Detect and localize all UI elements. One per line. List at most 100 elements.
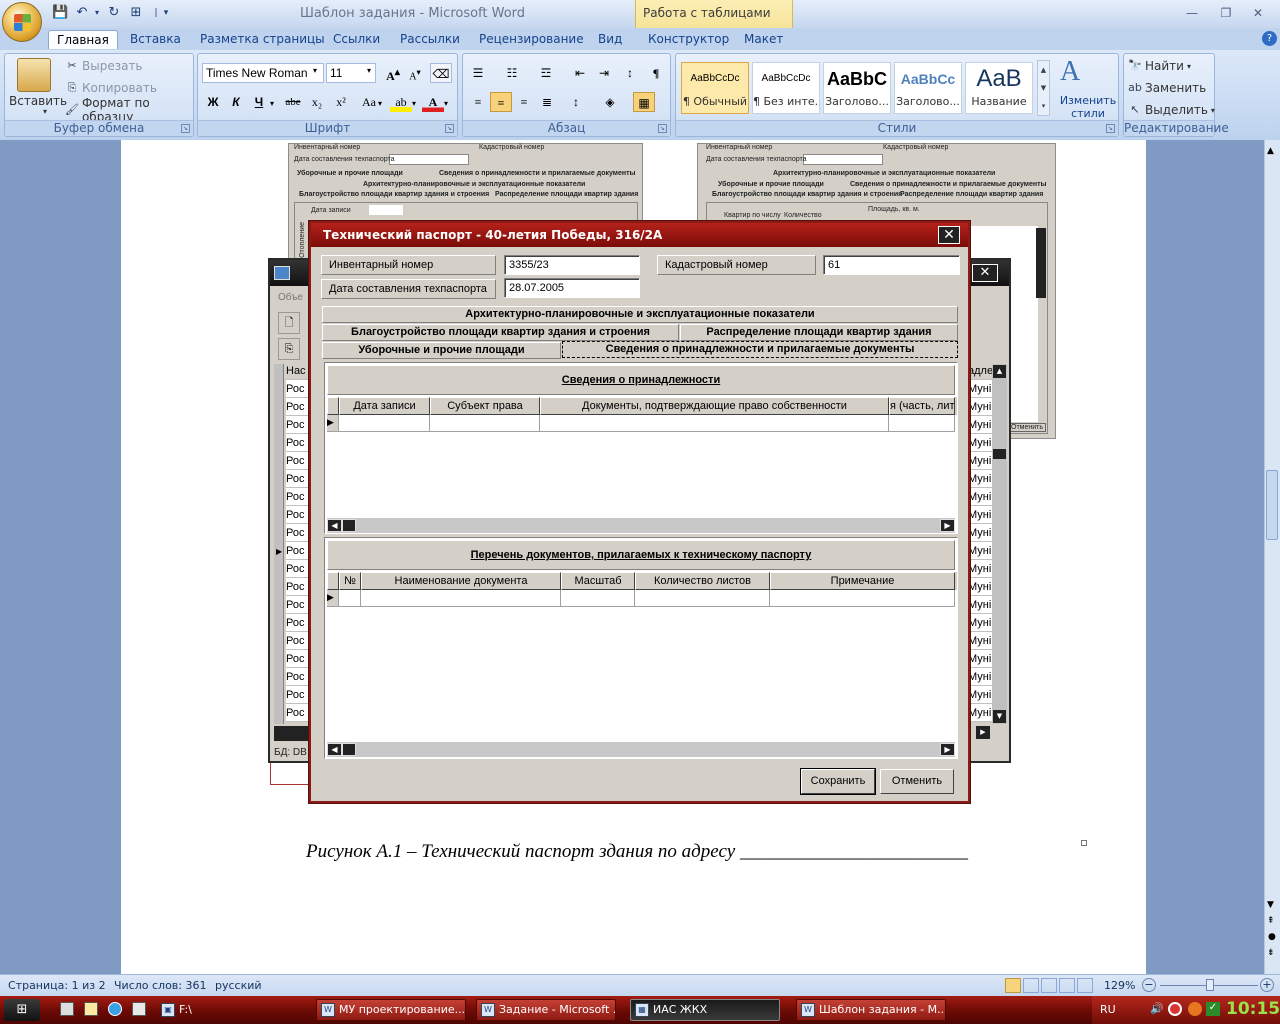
- print-layout-icon[interactable]: [1005, 978, 1021, 993]
- list-row-right[interactable]: Муні: [968, 380, 992, 398]
- grow-font-icon[interactable]: A▴: [382, 63, 404, 83]
- tray-app-icon[interactable]: [1168, 1002, 1182, 1016]
- paste-button[interactable]: Вставить: [9, 94, 67, 108]
- tab-design[interactable]: Конструктор: [640, 30, 737, 49]
- tab-landscaping[interactable]: Благоустройство площади квартир здания и…: [322, 324, 679, 341]
- save-button[interactable]: Сохранить: [800, 768, 876, 795]
- ownership-cell[interactable]: [339, 415, 430, 432]
- help-icon[interactable]: ?: [1262, 31, 1277, 46]
- quicklaunch-notepad-icon[interactable]: [84, 1002, 98, 1016]
- customize-qat-icon[interactable]: ▾: [158, 5, 174, 21]
- tab-cleaning-areas[interactable]: Уборочные и прочие площади: [322, 342, 561, 359]
- font-name-dropdown-icon[interactable]: ▾: [313, 66, 317, 75]
- status-words[interactable]: Число слов: 361: [114, 979, 207, 992]
- documents-col-name[interactable]: Наименование документа: [361, 572, 561, 590]
- documents-hscroll[interactable]: ◀ ▶: [327, 742, 955, 757]
- save-icon[interactable]: 💾: [52, 5, 68, 21]
- list-hscroll[interactable]: [274, 726, 310, 741]
- align-left-icon[interactable]: ≡: [467, 92, 489, 112]
- tab-review[interactable]: Рецензирование: [471, 30, 592, 49]
- show-desktop-icon[interactable]: [60, 1002, 74, 1016]
- quicklaunch-app-icon[interactable]: [132, 1002, 146, 1016]
- list-row-right[interactable]: Муні: [968, 704, 992, 722]
- line-spacing-icon[interactable]: ↕: [565, 92, 587, 112]
- style-title[interactable]: AaB Название: [965, 62, 1033, 114]
- ownership-hscroll[interactable]: ◀ ▶: [327, 518, 955, 533]
- next-page-icon[interactable]: ⇟: [1267, 948, 1275, 958]
- clear-format-icon[interactable]: ⌫: [430, 63, 452, 83]
- list-row-right[interactable]: Муні: [968, 560, 992, 578]
- prev-page-icon[interactable]: ⇞: [1267, 916, 1275, 926]
- quicklaunch-browser-icon[interactable]: [108, 1002, 122, 1016]
- draft-icon[interactable]: [1077, 978, 1093, 993]
- scroll-up-icon[interactable]: ▲: [1267, 146, 1274, 156]
- tab-distribution[interactable]: Распределение площади квартир здания: [680, 324, 958, 341]
- list-row-right[interactable]: Муні: [968, 416, 992, 434]
- align-right-icon[interactable]: ≡: [513, 92, 535, 112]
- ownership-scroll-right-icon[interactable]: ▶: [940, 519, 955, 532]
- tab-page-layout[interactable]: Разметка страницы: [192, 30, 333, 49]
- outline-icon[interactable]: [1059, 978, 1075, 993]
- paste-dropdown-icon[interactable]: ▾: [43, 107, 47, 116]
- list-row-right[interactable]: Муні: [968, 524, 992, 542]
- format-painter-button[interactable]: 🖌 Формат по образцу: [65, 96, 193, 124]
- documents-new-row[interactable]: ▶: [327, 590, 957, 607]
- font-name-field[interactable]: Times New Roman: [202, 63, 324, 83]
- ownership-cell[interactable]: [889, 415, 955, 432]
- cancel-button[interactable]: Отменить: [880, 769, 954, 794]
- tab-home[interactable]: Главная: [48, 30, 118, 49]
- font-size-dropdown-icon[interactable]: ▾: [367, 66, 371, 75]
- list-window-close-icon[interactable]: ✕: [972, 264, 998, 282]
- tab-ownership[interactable]: Сведения о принадлежности и прилагаемые …: [562, 341, 958, 358]
- list-row-right[interactable]: Муні: [968, 578, 992, 596]
- borders-icon[interactable]: ▦: [633, 92, 655, 112]
- show-marks-icon[interactable]: ¶: [645, 63, 667, 83]
- documents-col-scale[interactable]: Масштаб: [561, 572, 635, 590]
- list-row-right[interactable]: Муні: [968, 596, 992, 614]
- change-styles-button[interactable]: Изменить стили: [1058, 94, 1118, 120]
- clipboard-launcher-icon[interactable]: ↘: [181, 124, 190, 133]
- increase-indent-icon[interactable]: ⇥: [593, 63, 615, 83]
- zoom-in-icon[interactable]: +: [1260, 978, 1274, 992]
- bold-button[interactable]: Ж: [202, 92, 224, 112]
- full-screen-icon[interactable]: [1023, 978, 1039, 993]
- shading-icon[interactable]: ◈: [599, 92, 621, 112]
- list-copy-icon[interactable]: ⎘: [278, 338, 300, 360]
- italic-button[interactable]: К: [225, 92, 247, 112]
- decrease-indent-icon[interactable]: ⇤: [569, 63, 591, 83]
- scroll-down-icon[interactable]: ▼: [1267, 900, 1274, 910]
- superscript-button[interactable]: x²: [330, 92, 352, 112]
- cut-button[interactable]: ✂ Вырезать: [65, 56, 142, 76]
- list-row-right[interactable]: Муні: [968, 434, 992, 452]
- paste-icon[interactable]: [17, 58, 51, 92]
- zoom-slider-thumb[interactable]: [1206, 979, 1214, 991]
- zoom-level[interactable]: 129%: [1104, 979, 1135, 992]
- status-language[interactable]: русский: [215, 979, 262, 992]
- sort-icon[interactable]: ↕: [619, 63, 641, 83]
- ownership-cell[interactable]: [430, 415, 540, 432]
- list-new-icon[interactable]: 🗋: [278, 312, 300, 334]
- list-row-right[interactable]: Муні: [968, 488, 992, 506]
- task-ias-zhkh[interactable]: ▦ ИАС ЖКХ: [630, 999, 780, 1021]
- list-row-right[interactable]: Муні: [968, 650, 992, 668]
- list-scroll-down-icon[interactable]: ▼: [993, 710, 1006, 723]
- style-normal[interactable]: AaBbCcDc ¶ Обычный: [681, 62, 749, 114]
- replace-button[interactable]: ab Заменить: [1128, 78, 1206, 98]
- zoom-out-icon[interactable]: −: [1142, 978, 1156, 992]
- style-heading2[interactable]: AaBbCc Заголово...: [894, 62, 962, 114]
- style-no-spacing[interactable]: AaBbCcDc ¶ Без инте...: [752, 62, 820, 114]
- shrink-font-icon[interactable]: A▾: [404, 63, 426, 83]
- list-row-right[interactable]: Муні: [968, 686, 992, 704]
- font-color-icon[interactable]: A: [422, 92, 444, 112]
- clock[interactable]: 10:15: [1226, 999, 1280, 1019]
- documents-col-number[interactable]: №: [339, 572, 361, 590]
- subscript-button[interactable]: x₂: [306, 92, 328, 112]
- maximize-icon[interactable]: ❐: [1214, 4, 1238, 22]
- task-explorer[interactable]: ▣ F:\: [156, 999, 306, 1021]
- ownership-new-row[interactable]: ▶: [327, 415, 957, 432]
- style-heading1[interactable]: AaBbC Заголово...: [823, 62, 891, 114]
- ownership-cell[interactable]: [540, 415, 889, 432]
- change-styles-icon[interactable]: A: [1060, 56, 1080, 88]
- task-shablon[interactable]: W Шаблон задания - M...: [796, 999, 946, 1021]
- dialog-close-icon[interactable]: ✕: [938, 226, 960, 244]
